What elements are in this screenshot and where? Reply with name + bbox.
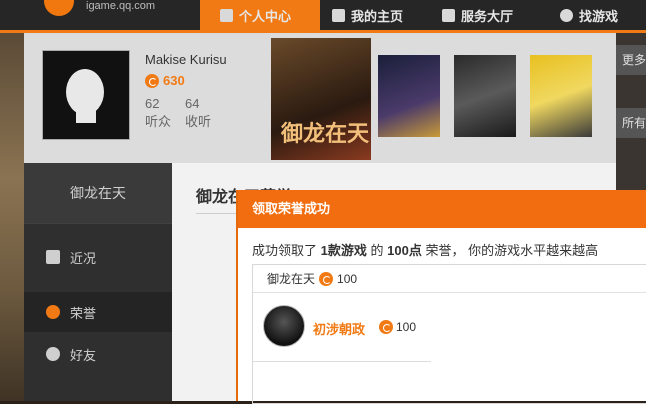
reward-game-points: 100	[337, 271, 358, 286]
game-thumb-3[interactable]	[530, 55, 592, 137]
search-icon	[560, 8, 573, 22]
msg-honor: 荣誉，	[425, 243, 465, 258]
sidebar-item-label: 荣誉	[70, 305, 97, 321]
msg-of: 的	[370, 243, 384, 258]
sidebar: 御龙在天 近况 荣誉 好友	[24, 163, 172, 401]
home-icon	[46, 250, 60, 264]
achievement-points: 100	[379, 320, 416, 334]
nav-item-personal-center[interactable]: 个人中心	[220, 0, 291, 30]
divider	[253, 361, 431, 362]
dialog-title: 领取荣誉成功	[238, 190, 646, 228]
book-icon	[332, 8, 345, 22]
game-thumb-2[interactable]	[454, 55, 516, 137]
honor-claimed-dialog: 领取荣誉成功 成功领取了 1款游戏 的 100点 荣誉， 你的游戏水平越来越高 …	[236, 190, 646, 404]
nav-item-my-homepage[interactable]: 我的主页	[332, 0, 403, 30]
game-thumb-1[interactable]	[378, 55, 440, 137]
avatar-neck	[76, 109, 96, 123]
msg-suffix: 你的游戏水平越来越高	[468, 243, 599, 258]
friends-icon	[46, 347, 60, 361]
honor-coin-icon	[46, 305, 60, 319]
nav-label: 找游戏	[579, 8, 619, 24]
msg-points: 100点	[387, 243, 422, 258]
featured-game-cover[interactable]: 御龙在天	[271, 38, 371, 160]
msg-prefix: 成功领取了	[252, 243, 318, 258]
points-coin-icon	[319, 271, 334, 286]
grid-icon	[442, 8, 455, 22]
all-button[interactable]: 所有	[616, 108, 646, 138]
person-icon	[220, 8, 233, 22]
username[interactable]: Makise Kurisu	[145, 52, 227, 67]
logo-url-text: igame.qq.com	[86, 0, 156, 12]
follow-stat[interactable]: 64 收听	[185, 95, 211, 131]
avatar[interactable]	[42, 50, 130, 140]
divider	[24, 223, 172, 224]
more-button[interactable]: 更多	[616, 45, 646, 75]
points-display: 630	[145, 73, 185, 88]
nav-label: 个人中心	[239, 8, 292, 24]
qq-game-logo-icon[interactable]	[44, 0, 74, 16]
reward-game-row: 御龙在天 100	[253, 265, 646, 293]
sidebar-title: 御龙在天	[24, 163, 172, 223]
achievement-name: 初涉朝政	[313, 322, 366, 337]
sidebar-item-honor[interactable]: 荣誉	[24, 292, 172, 332]
nav-item-service-hall[interactable]: 服务大厅	[442, 0, 513, 30]
featured-game-title: 御龙在天	[281, 121, 370, 146]
fans-label: 听众	[145, 114, 172, 129]
sidebar-item-label: 近况	[70, 250, 97, 266]
top-navigation-bar: igame.qq.com 个人中心 我的主页 服务大厅 找游戏	[0, 0, 646, 30]
sidebar-item-friends[interactable]: 好友	[24, 334, 172, 374]
follow-label: 收听	[185, 114, 212, 129]
points-value: 630	[163, 73, 185, 88]
reward-detail-box: 御龙在天 100 初涉朝政 100	[252, 264, 646, 404]
reward-game-name: 御龙在天	[267, 272, 316, 286]
fans-count: 62	[145, 96, 160, 111]
msg-games: 1款游戏	[320, 243, 367, 258]
fans-stat[interactable]: 62 听众	[145, 95, 171, 131]
sidebar-item-recent[interactable]: 近况	[24, 237, 172, 277]
sidebar-item-label: 好友	[70, 347, 97, 363]
points-coin-icon	[379, 320, 393, 334]
dialog-message: 成功领取了 1款游戏 的 100点 荣誉， 你的游戏水平越来越高	[252, 240, 598, 259]
nav-item-find-game[interactable]: 找游戏	[560, 0, 618, 30]
achievement-badge-icon	[263, 305, 305, 347]
nav-label: 服务大厅	[461, 8, 514, 24]
points-coin-icon	[145, 73, 159, 88]
achievement-points-value: 100	[396, 320, 417, 334]
nav-label: 我的主页	[351, 8, 404, 24]
follow-count: 64	[185, 96, 200, 111]
background-scenery-left	[0, 30, 24, 401]
